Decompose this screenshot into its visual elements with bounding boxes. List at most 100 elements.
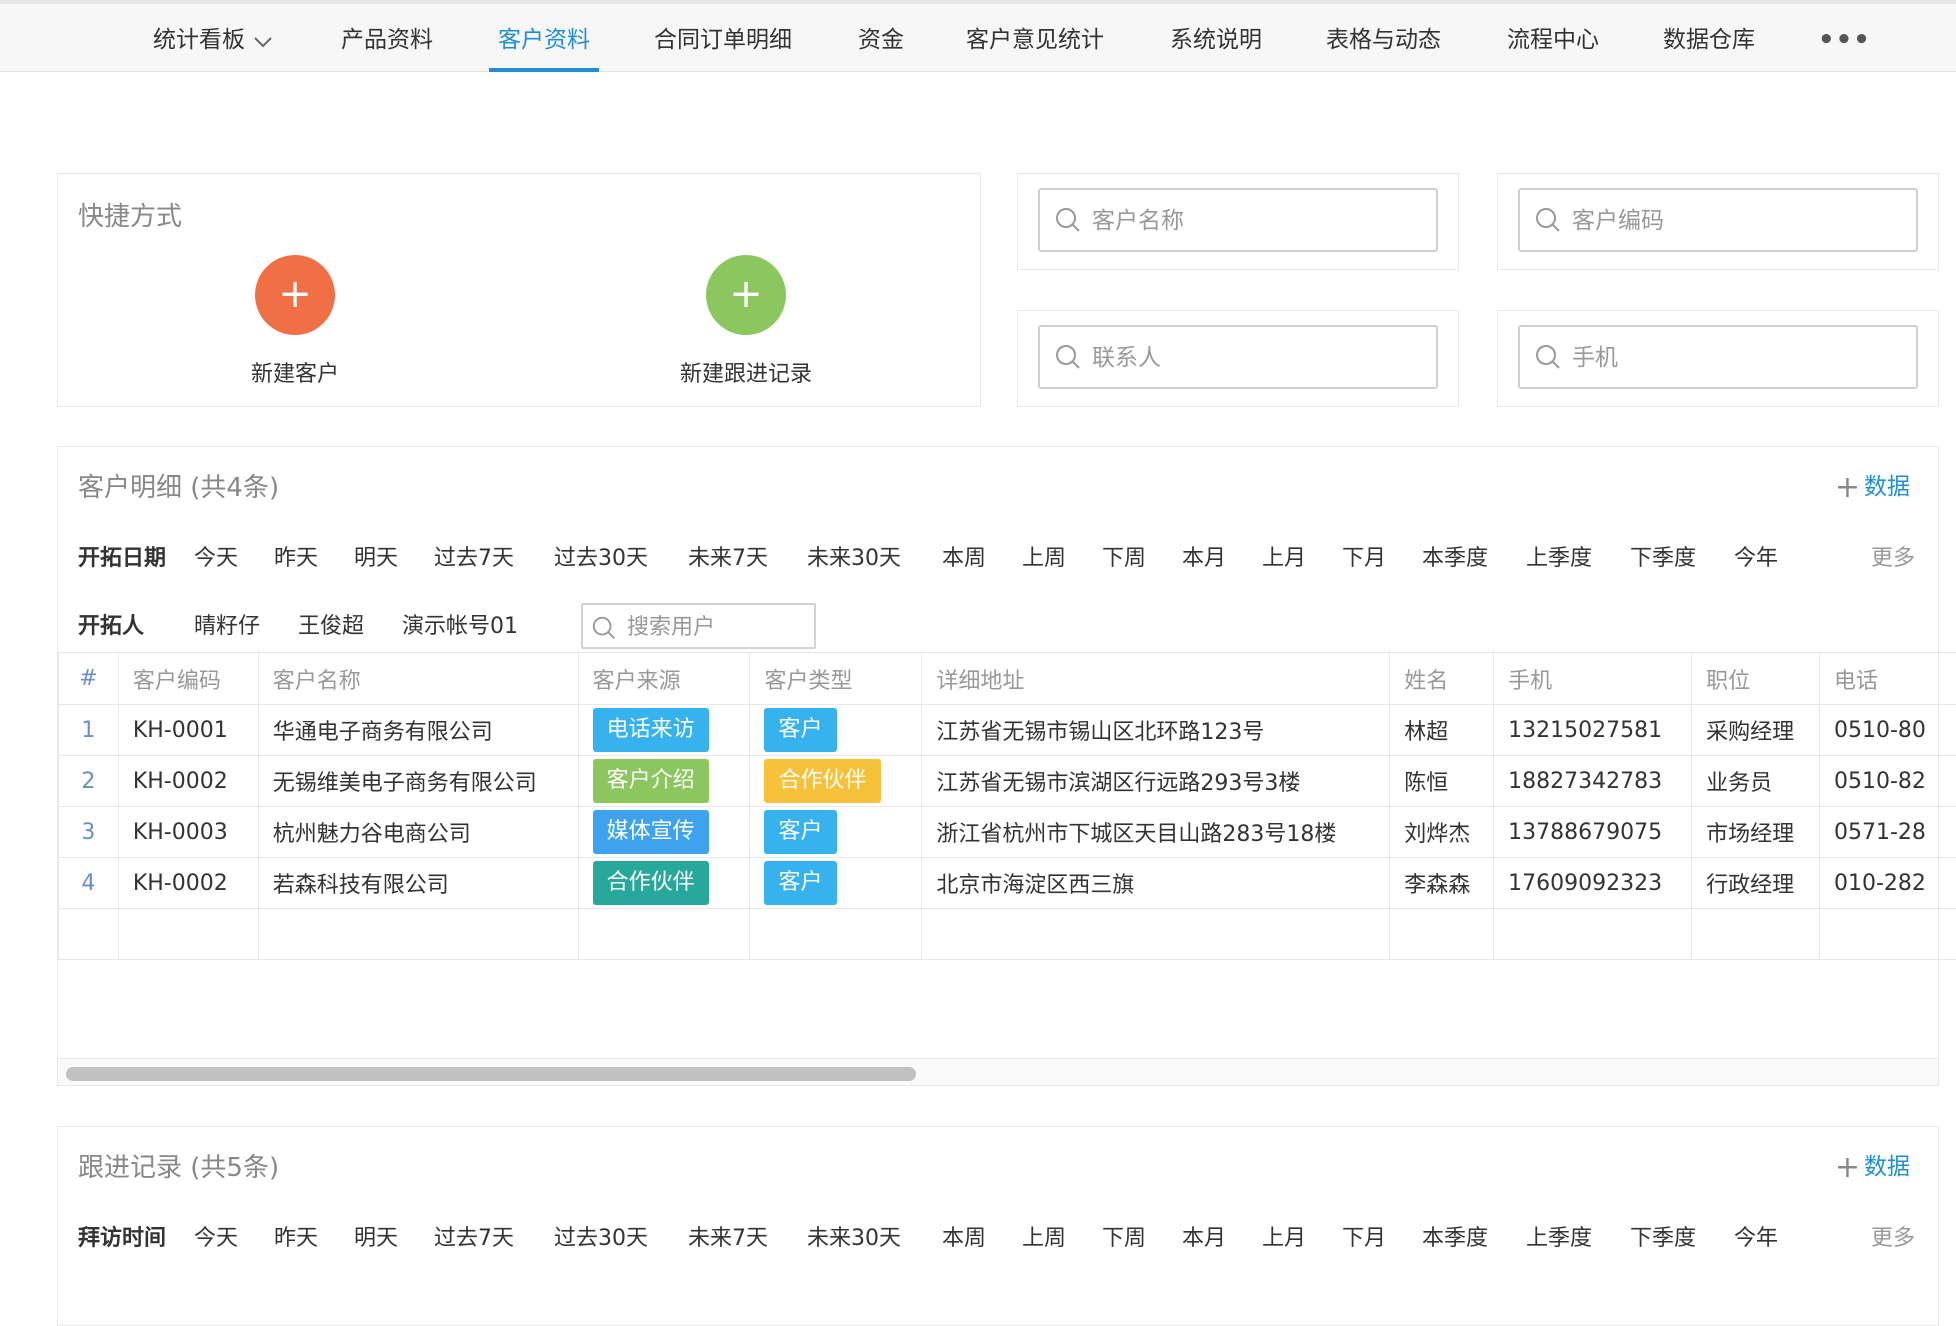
add-followup-data-button[interactable]: +数据 bbox=[1835, 1147, 1910, 1185]
filter-option[interactable]: 未来7天 bbox=[688, 1219, 768, 1259]
filter-option[interactable]: 昨天 bbox=[274, 539, 318, 579]
customer-code: KH-0002 bbox=[118, 858, 258, 909]
new-customer-label[interactable]: 新建客户 bbox=[215, 356, 375, 388]
filter-option[interactable]: 本季度 bbox=[1422, 1219, 1488, 1259]
filter-option[interactable]: 上季度 bbox=[1526, 1219, 1592, 1259]
filter-option[interactable]: 本月 bbox=[1182, 539, 1226, 579]
filter-option[interactable]: 上季度 bbox=[1526, 539, 1592, 579]
column-header[interactable]: 详细地址 bbox=[922, 653, 1390, 705]
column-header[interactable]: 客户编码 bbox=[118, 653, 258, 705]
type-cell: 客户 bbox=[750, 807, 922, 858]
horizontal-scrollbar[interactable] bbox=[58, 1058, 1938, 1085]
nav-item-label: 流程中心 bbox=[1507, 27, 1599, 53]
new-customer-button[interactable]: + bbox=[255, 255, 335, 335]
customer-table-wrapper: # 客户编码 客户名称 客户来源 客户类型 详细地址 姓名 手机 职位 电话 1… bbox=[58, 652, 1956, 960]
nav-item-contracts[interactable]: 合同订单明细 bbox=[654, 4, 792, 72]
nav-item-label: 数据仓库 bbox=[1663, 27, 1755, 53]
filter-option[interactable]: 今年 bbox=[1734, 539, 1778, 579]
filter-option[interactable]: 明天 bbox=[354, 1219, 398, 1259]
contact-name: 刘烨杰 bbox=[1390, 807, 1494, 858]
customer-name[interactable]: 华通电子商务有限公司 bbox=[258, 705, 578, 756]
plus-icon: + bbox=[729, 271, 763, 317]
customer-code-input[interactable] bbox=[1570, 190, 1908, 252]
filter-option[interactable]: 上周 bbox=[1022, 539, 1066, 579]
filter-option[interactable]: 下季度 bbox=[1630, 539, 1696, 579]
filter-option[interactable]: 过去30天 bbox=[554, 539, 648, 579]
contact-input[interactable] bbox=[1090, 327, 1428, 389]
nav-item-data-warehouse[interactable]: 数据仓库 bbox=[1663, 4, 1755, 72]
plus-icon: + bbox=[1835, 470, 1860, 505]
user-option[interactable]: 王俊超 bbox=[298, 607, 364, 647]
table-row[interactable]: 2 KH-0002 无锡维美电子商务有限公司 客户介绍 合作伙伴 江苏省无锡市滨… bbox=[59, 756, 1956, 807]
more-icon[interactable]: ••• bbox=[1818, 4, 1871, 72]
new-followup-label[interactable]: 新建跟进记录 bbox=[646, 356, 846, 388]
filter-option[interactable]: 昨天 bbox=[274, 1219, 318, 1259]
customer-name-input[interactable] bbox=[1090, 190, 1428, 252]
filter-option[interactable]: 未来30天 bbox=[807, 1219, 901, 1259]
row-index: 1 bbox=[59, 705, 119, 756]
customer-name[interactable]: 若森科技有限公司 bbox=[258, 858, 578, 909]
user-search-input[interactable] bbox=[625, 605, 809, 649]
customer-name[interactable]: 杭州魅力谷电商公司 bbox=[258, 807, 578, 858]
filter-option[interactable]: 未来7天 bbox=[688, 539, 768, 579]
phone: 0571-28 bbox=[1820, 807, 1956, 858]
filter-option[interactable]: 下周 bbox=[1102, 539, 1146, 579]
user-option[interactable]: 演示帐号01 bbox=[402, 607, 518, 647]
filter-option[interactable]: 过去7天 bbox=[434, 1219, 514, 1259]
customer-code: KH-0001 bbox=[118, 705, 258, 756]
filter-option[interactable]: 本周 bbox=[942, 539, 986, 579]
table-row[interactable]: 1 KH-0001 华通电子商务有限公司 电话来访 客户 江苏省无锡市锡山区北环… bbox=[59, 705, 1956, 756]
table-row[interactable]: 3 KH-0003 杭州魅力谷电商公司 媒体宣传 客户 浙江省杭州市下城区天目山… bbox=[59, 807, 1956, 858]
filter-option[interactable]: 下季度 bbox=[1630, 1219, 1696, 1259]
nav-item-funds[interactable]: 资金 bbox=[858, 4, 904, 72]
top-nav: 统计看板 产品资料 客户资料 合同订单明细 资金 客户意见统计 系统说明 表格与… bbox=[0, 0, 1956, 72]
column-header[interactable]: 电话 bbox=[1820, 653, 1956, 705]
column-header[interactable]: 客户名称 bbox=[258, 653, 578, 705]
table-row[interactable]: 4 KH-0002 若森科技有限公司 合作伙伴 客户 北京市海淀区西三旗 李森森… bbox=[59, 858, 1956, 909]
filter-option[interactable]: 未来30天 bbox=[807, 539, 901, 579]
nav-item-customers[interactable]: 客户资料 bbox=[498, 4, 590, 72]
contact-name: 林超 bbox=[1390, 705, 1494, 756]
filter-option[interactable]: 下月 bbox=[1342, 1219, 1386, 1259]
nav-item-dashboard[interactable]: 统计看板 bbox=[153, 4, 273, 72]
search-icon bbox=[1054, 343, 1082, 375]
contact-name: 陈恒 bbox=[1390, 756, 1494, 807]
filter-option[interactable]: 本季度 bbox=[1422, 539, 1488, 579]
column-header[interactable]: # bbox=[59, 653, 119, 705]
filter-option[interactable]: 今年 bbox=[1734, 1219, 1778, 1259]
filter-more-link[interactable]: 更多 bbox=[1871, 539, 1915, 579]
filter-option[interactable]: 上月 bbox=[1262, 1219, 1306, 1259]
filter-option[interactable]: 今天 bbox=[194, 1219, 238, 1259]
filter-option[interactable]: 明天 bbox=[354, 539, 398, 579]
nav-item-tables[interactable]: 表格与动态 bbox=[1326, 4, 1441, 72]
filter-option[interactable]: 本月 bbox=[1182, 1219, 1226, 1259]
filter-option[interactable]: 下月 bbox=[1342, 539, 1386, 579]
nav-item-products[interactable]: 产品资料 bbox=[341, 4, 433, 72]
source-tag: 媒体宣传 bbox=[593, 810, 709, 854]
filter-option[interactable]: 过去30天 bbox=[554, 1219, 648, 1259]
filter-option[interactable]: 上月 bbox=[1262, 539, 1306, 579]
nav-item-workflow[interactable]: 流程中心 bbox=[1507, 4, 1599, 72]
customer-code-search-panel bbox=[1497, 173, 1939, 270]
column-header[interactable]: 姓名 bbox=[1390, 653, 1494, 705]
column-header[interactable]: 客户类型 bbox=[750, 653, 922, 705]
column-header[interactable]: 手机 bbox=[1494, 653, 1692, 705]
nav-item-system-info[interactable]: 系统说明 bbox=[1170, 4, 1262, 72]
filter-option[interactable]: 上周 bbox=[1022, 1219, 1066, 1259]
nav-item-label: 表格与动态 bbox=[1326, 27, 1441, 53]
column-header[interactable]: 职位 bbox=[1692, 653, 1820, 705]
new-followup-button[interactable]: + bbox=[706, 255, 786, 335]
filter-option[interactable]: 今天 bbox=[194, 539, 238, 579]
filter-option[interactable]: 本周 bbox=[942, 1219, 986, 1259]
user-option[interactable]: 晴籽仔 bbox=[194, 607, 260, 647]
add-customer-data-button[interactable]: +数据 bbox=[1835, 467, 1910, 505]
mobile-input[interactable] bbox=[1570, 327, 1908, 389]
column-header[interactable]: 客户来源 bbox=[578, 653, 750, 705]
filter-option[interactable]: 下周 bbox=[1102, 1219, 1146, 1259]
filter-more-link[interactable]: 更多 bbox=[1871, 1219, 1915, 1259]
customer-details-title: 客户明细 (共4条) bbox=[78, 467, 279, 504]
scrollbar-thumb[interactable] bbox=[66, 1067, 916, 1081]
filter-option[interactable]: 过去7天 bbox=[434, 539, 514, 579]
nav-item-feedback[interactable]: 客户意见统计 bbox=[966, 4, 1104, 72]
customer-name[interactable]: 无锡维美电子商务有限公司 bbox=[258, 756, 578, 807]
